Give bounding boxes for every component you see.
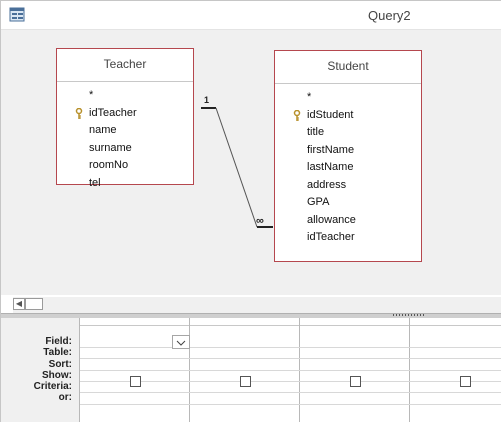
splitter-grip-icon[interactable] [393, 314, 425, 316]
relationship-many-label: ∞ [256, 215, 264, 227]
row-label-table: Table: [43, 347, 72, 359]
field-name: roomNo [89, 159, 129, 171]
table-header[interactable]: Student [275, 51, 421, 84]
column-selector[interactable] [300, 318, 409, 326]
show-checkbox[interactable] [350, 376, 361, 387]
relationship-one-label: 1 [204, 95, 209, 105]
column-selector[interactable] [410, 318, 501, 326]
grid-row-divider [80, 370, 501, 371]
scroll-left-icon[interactable]: ◀ [13, 298, 25, 310]
primary-key-icon [293, 109, 301, 121]
grid-row-divider [80, 392, 501, 393]
grid-row-labels: Field: Table: Sort: Show: Criteria: or: [1, 336, 75, 404]
field-item[interactable]: idTeacher [57, 105, 193, 123]
field-item[interactable]: lastName [275, 159, 421, 177]
scrollbar-thumb[interactable] [25, 298, 43, 310]
field-item[interactable]: idTeacher [275, 229, 421, 247]
horizontal-scrollbar[interactable] [13, 297, 501, 313]
column-selector[interactable] [190, 318, 299, 326]
field-dropdown[interactable] [172, 335, 190, 349]
field-item[interactable]: * [57, 87, 193, 105]
row-label-sort: Sort: [48, 358, 72, 370]
grid-row-divider [80, 347, 501, 348]
primary-key-icon [75, 107, 83, 119]
field-item[interactable]: roomNo [57, 157, 193, 175]
table-teacher[interactable]: Teacher * idTeacher name surname roomNo … [56, 48, 194, 189]
row-label-or: or: [58, 392, 72, 404]
row-label-show: Show: [42, 369, 72, 381]
query-design-grid[interactable] [79, 318, 501, 422]
field-name: idStudent [307, 108, 354, 121]
field-item[interactable]: title [275, 124, 421, 142]
field-item[interactable]: * [275, 89, 421, 107]
field-item[interactable]: surname [57, 140, 193, 158]
field-name: surname [89, 141, 132, 154]
field-name: idTeacher [89, 106, 137, 119]
field-name: name [89, 124, 117, 136]
field-item[interactable]: GPA [275, 194, 421, 212]
grid-row-divider [80, 404, 501, 405]
column-selector[interactable] [80, 318, 189, 326]
field-item[interactable]: tel [57, 175, 193, 193]
field-name: allowance [307, 213, 356, 226]
field-name: lastName [307, 161, 354, 173]
grid-row-divider [80, 381, 501, 382]
show-checkbox[interactable] [240, 376, 251, 387]
field-name: tel [89, 176, 101, 189]
field-name: idTeacher [307, 231, 355, 243]
field-name: * [307, 91, 312, 103]
field-list: * idTeacher name surname roomNo tel [57, 82, 193, 192]
field-item[interactable]: idStudent [275, 107, 421, 125]
show-checkbox[interactable] [130, 376, 141, 387]
grid-row-divider [80, 358, 501, 359]
field-name: title [307, 126, 325, 138]
query-design-window: Query2 1 ∞ Teacher * idTeacher name surn… [0, 0, 501, 422]
show-checkbox[interactable] [460, 376, 471, 387]
row-label-criteria: Criteria: [33, 381, 72, 393]
field-name: * [89, 89, 94, 101]
field-item[interactable]: name [57, 122, 193, 140]
field-list: * idStudent title firstName lastName add… [275, 84, 421, 247]
field-item[interactable]: allowance [275, 212, 421, 230]
table-student[interactable]: Student * idStudent title firstName last… [274, 50, 422, 262]
table-header[interactable]: Teacher [57, 49, 193, 82]
field-name: address [307, 178, 347, 191]
field-item[interactable]: firstName [275, 142, 421, 160]
chevron-down-icon [176, 340, 186, 346]
field-name: GPA [307, 196, 330, 208]
row-label-field: Field: [45, 336, 72, 347]
field-name: firstName [307, 143, 355, 156]
field-item[interactable]: address [275, 177, 421, 195]
